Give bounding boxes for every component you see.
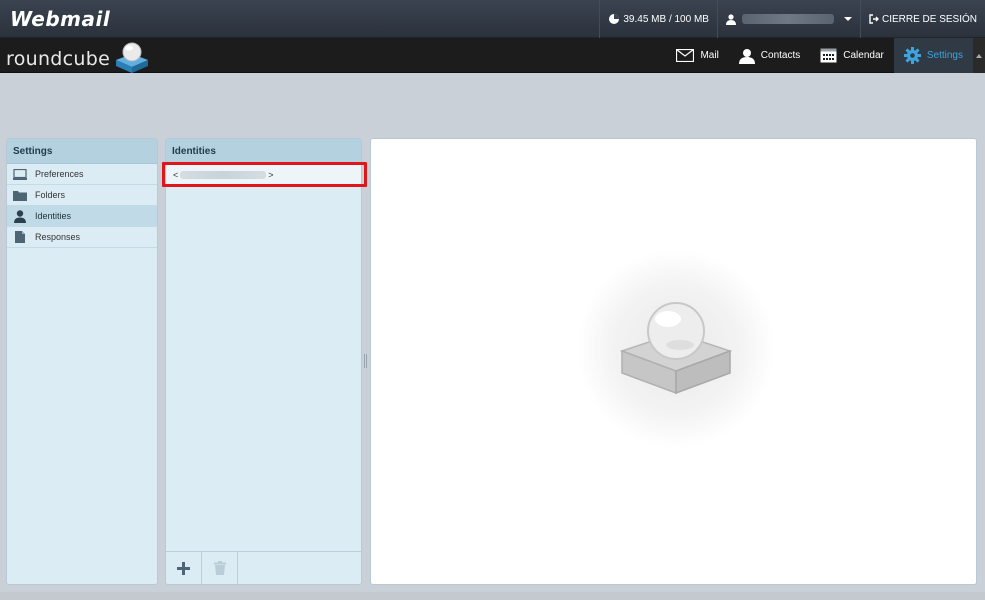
logout-label: CIERRE DE SESIÓN xyxy=(881,13,977,25)
mail-icon xyxy=(676,49,695,62)
sidebar-item-identities[interactable]: Identities xyxy=(7,206,157,227)
identities-title: Identities xyxy=(166,139,361,164)
task-mail-label: Mail xyxy=(700,50,719,61)
roundcube-watermark xyxy=(576,249,776,449)
user-icon xyxy=(725,13,736,25)
roundcube-logo[interactable]: roundcube xyxy=(6,42,150,74)
task-menu-toggle[interactable] xyxy=(973,38,985,73)
identities-footer xyxy=(166,551,361,584)
logout-button[interactable]: CIERRE DE SESIÓN xyxy=(859,0,985,38)
logout-icon xyxy=(869,14,879,24)
roundcube-logo-text: roundcube xyxy=(6,48,111,70)
quota-indicator: 39.45 MB / 100 MB xyxy=(599,0,717,38)
task-mail[interactable]: Mail xyxy=(666,38,728,73)
content-frame xyxy=(370,138,977,585)
monitor-icon xyxy=(13,167,27,181)
plus-icon xyxy=(177,561,190,575)
sidebar-item-label: Identities xyxy=(35,211,72,221)
user-menu[interactable] xyxy=(716,0,860,38)
sidebar-item-folders[interactable]: Folders xyxy=(7,185,157,206)
gear-icon xyxy=(903,47,921,64)
task-calendar[interactable]: Calendar xyxy=(810,38,894,73)
chevron-down-icon xyxy=(843,17,852,21)
sidebar-item-label: Folders xyxy=(35,190,66,200)
pie-chart-icon xyxy=(609,14,620,24)
roundcube-watermark-icon xyxy=(619,302,733,395)
sidebar-item-label: Responses xyxy=(35,232,81,242)
sidebar-item-responses[interactable]: Responses xyxy=(7,227,157,248)
task-menu: Mail Contacts Calendar Settings xyxy=(666,38,973,73)
settings-title: Settings xyxy=(7,139,157,164)
task-contacts-label: Contacts xyxy=(760,50,801,61)
username-redacted xyxy=(741,14,834,24)
settings-nav: Preferences Folders Identities Responses xyxy=(7,164,157,248)
user-icon xyxy=(13,209,27,223)
add-identity-button[interactable] xyxy=(166,552,202,584)
webmail-logo[interactable]: Webmail xyxy=(10,7,110,31)
roundcube-cube-icon xyxy=(116,42,149,73)
task-contacts[interactable]: Contacts xyxy=(729,38,810,73)
chevron-up-icon xyxy=(976,53,982,58)
calendar-icon xyxy=(820,48,837,63)
panel-splitter[interactable] xyxy=(364,354,367,368)
contacts-icon xyxy=(738,48,755,64)
identity-highlight-box xyxy=(162,162,367,187)
sidebar-item-preferences[interactable]: Preferences xyxy=(7,164,157,185)
settings-sidebar: Settings Preferences Folders Identities … xyxy=(6,138,158,585)
bottom-strip xyxy=(0,592,985,600)
task-calendar-label: Calendar xyxy=(843,50,884,61)
app-header: roundcube Mail Contacts Calendar Setting… xyxy=(0,38,985,73)
top-bar: Webmail 39.45 MB / 100 MB CIERRE DE SESI… xyxy=(0,0,985,38)
task-settings[interactable]: Settings xyxy=(893,38,973,73)
sidebar-item-label: Preferences xyxy=(35,169,84,179)
task-settings-label: Settings xyxy=(926,50,963,61)
document-icon xyxy=(13,230,27,244)
quota-text: 39.45 MB / 100 MB xyxy=(623,13,709,25)
trash-icon xyxy=(213,561,226,575)
top-right-area: 39.45 MB / 100 MB CIERRE DE SESIÓN xyxy=(599,0,985,38)
delete-identity-button[interactable] xyxy=(202,552,238,584)
folder-icon xyxy=(13,188,27,202)
identities-list-panel: Identities < > xyxy=(165,138,362,585)
